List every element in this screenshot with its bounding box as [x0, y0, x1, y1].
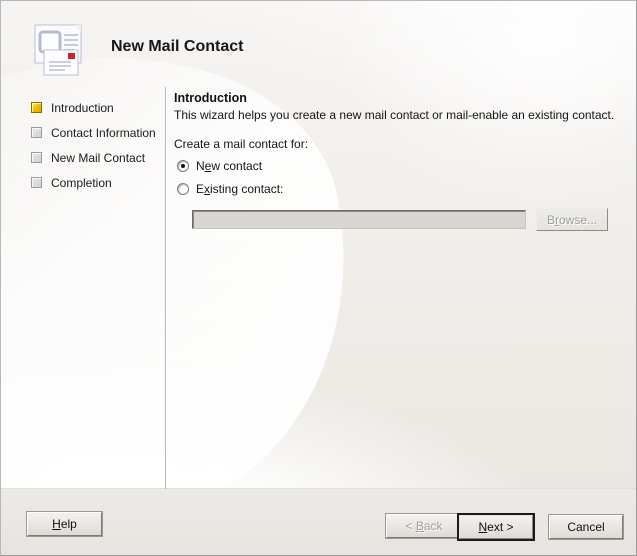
existing-contact-input[interactable] — [192, 210, 526, 229]
radio-selected-icon — [177, 160, 189, 172]
sidebar-item-label: New Mail Contact — [51, 151, 146, 165]
back-button[interactable]: < Back — [385, 513, 463, 539]
radio-existing-contact[interactable]: Existing contact: — [174, 180, 622, 199]
radio-group-label: Create a mail contact for: — [174, 137, 309, 151]
step-marker-pending-icon — [31, 177, 42, 188]
radio-unselected-icon — [177, 183, 189, 195]
radio-existing-contact-label: Existing contact: — [196, 182, 284, 196]
sidebar-item-introduction[interactable]: Introduction — [31, 96, 161, 121]
main-pane: Introduction This wizard helps you creat… — [174, 91, 622, 231]
new-mail-contact-wizard-window: New Mail Contact Introduction Contact In… — [0, 0, 637, 556]
sidebar-item-label: Contact Information — [51, 126, 156, 140]
sidebar-item-new-mail-contact[interactable]: New Mail Contact — [31, 146, 161, 171]
sidebar-item-completion[interactable]: Completion — [31, 171, 161, 196]
sidebar-item-label: Introduction — [51, 101, 114, 115]
wizard-content-area — [1, 1, 636, 555]
existing-contact-row: Browse... — [174, 208, 622, 231]
radio-new-contact-label: New contact — [196, 159, 263, 173]
step-marker-pending-icon — [31, 127, 42, 138]
browse-button[interactable]: Browse... — [536, 208, 608, 231]
step-marker-active-icon — [31, 102, 42, 113]
vertical-divider — [165, 87, 166, 489]
next-button[interactable]: Next > — [457, 513, 535, 541]
sidebar-item-label: Completion — [51, 176, 112, 190]
page-title: New Mail Contact — [111, 38, 244, 55]
radio-new-contact[interactable]: New contact — [174, 157, 622, 176]
cancel-button[interactable]: Cancel — [548, 514, 624, 540]
wizard-steps-list: Introduction Contact Information New Mai… — [31, 96, 161, 196]
pane-description: This wizard helps you create a new mail … — [174, 108, 615, 122]
step-marker-pending-icon — [31, 152, 42, 163]
pane-heading: Introduction — [174, 91, 247, 105]
help-button[interactable]: Help — [26, 511, 103, 537]
sidebar-item-contact-information[interactable]: Contact Information — [31, 121, 161, 146]
mail-contact-icon — [27, 23, 91, 81]
